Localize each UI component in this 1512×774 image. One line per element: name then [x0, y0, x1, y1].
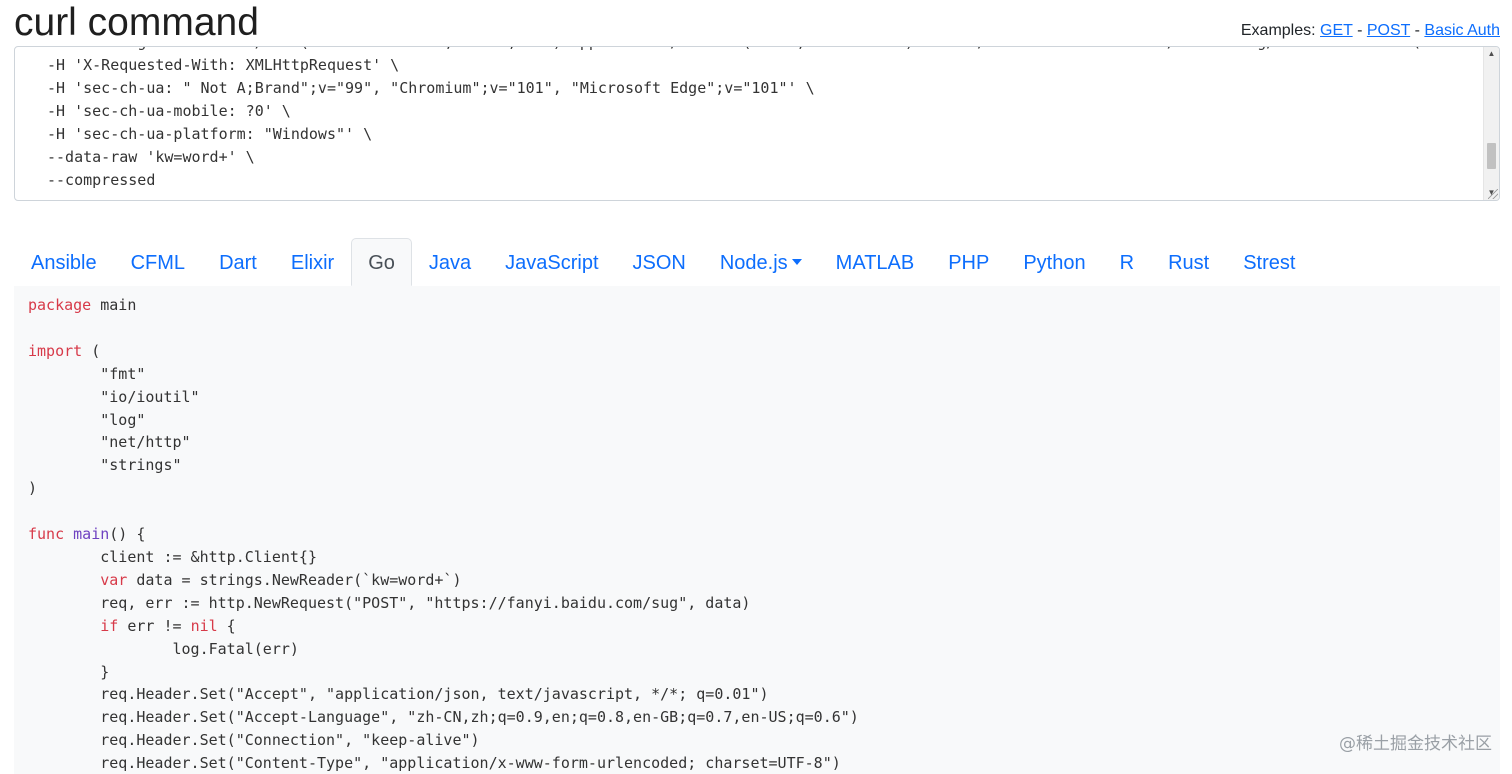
curl-line: -H 'sec-ch-ua-platform: "Windows"' \	[47, 125, 373, 143]
code-line: "io/ioutil"	[28, 387, 200, 406]
tab-php[interactable]: PHP	[931, 238, 1006, 286]
example-basic-auth-link[interactable]: Basic Auth	[1424, 22, 1500, 39]
curl-command-text[interactable]: -H 'User-Agent: Mozilla/5.0 (Windows NT …	[47, 47, 1420, 192]
code-line: req.Header.Set("Connection", "keep-alive…	[28, 731, 480, 750]
tab-go[interactable]: Go	[351, 238, 412, 286]
tab-label: JSON	[632, 252, 686, 274]
curl-line: -H 'sec-ch-ua-mobile: ?0' \	[47, 102, 291, 120]
code-line: import (	[28, 341, 101, 360]
code-line: client := &http.Client{}	[28, 547, 317, 566]
tab-rust[interactable]: Rust	[1151, 238, 1226, 286]
tab-label: R	[1119, 252, 1135, 274]
curl-line: -H 'X-Requested-With: XMLHttpRequest' \	[47, 56, 400, 74]
code-line: func main() {	[28, 525, 146, 544]
tab-label: PHP	[948, 252, 990, 274]
tab-elixir[interactable]: Elixir	[274, 238, 351, 286]
tab-dart[interactable]: Dart	[202, 238, 274, 286]
tab-cfml[interactable]: CFML	[114, 238, 202, 286]
curl-line: --compressed	[47, 171, 156, 189]
code-line: "fmt"	[28, 364, 146, 383]
tab-label: Python	[1023, 252, 1086, 274]
tab-ansible[interactable]: Ansible	[14, 238, 114, 286]
code-line: }	[28, 662, 110, 681]
examples-links: Examples: GET - POST - Basic Auth	[1241, 21, 1500, 41]
examples-label: Examples:	[1240, 22, 1316, 39]
scrollbar-thumb[interactable]	[1487, 143, 1496, 169]
code-line: var data = strings.NewReader(`kw=word+`)	[100, 570, 462, 589]
code-line: ​	[28, 317, 859, 340]
tab-label: JavaScript	[505, 252, 599, 274]
tab-node-js[interactable]: Node.js	[703, 238, 819, 286]
tab-python[interactable]: Python	[1006, 238, 1102, 286]
tab-label: Rust	[1168, 252, 1210, 274]
tab-label: Node.js	[719, 252, 788, 274]
example-post-link[interactable]: POST	[1367, 22, 1410, 39]
caret-down-icon	[791, 259, 802, 265]
scroll-up-arrow-icon[interactable]: ▲	[1484, 47, 1499, 61]
tab-label: Strest	[1243, 252, 1296, 274]
generated-code-panel: package main​import ( "fmt" "io/ioutil" …	[14, 286, 1500, 774]
curl-line: -H 'User-Agent: Mozilla/5.0 (Windows NT …	[47, 47, 1420, 54]
tab-matlab[interactable]: MATLAB	[819, 238, 932, 286]
code-line: "strings"	[28, 456, 182, 475]
tab-java[interactable]: Java	[412, 238, 488, 286]
language-tabs: Ansible CFML Dart Elixir Go Java JavaScript JSO…	[14, 238, 1500, 287]
code-line: req.Header.Set("Accept-Language", "zh-CN…	[28, 708, 859, 727]
code-line: "log"	[28, 410, 146, 429]
code-line: )	[28, 479, 38, 498]
tab-label: Elixir	[290, 252, 335, 274]
code-line: "net/http"	[28, 433, 191, 452]
page-title: curl command	[14, 1, 259, 44]
curl-command-input[interactable]: -H 'User-Agent: Mozilla/5.0 (Windows NT …	[14, 46, 1500, 201]
code-line: ​	[28, 500, 859, 523]
curl-line: -H 'sec-ch-ua: " Not A;Brand";v="99", "C…	[47, 79, 815, 97]
tab-json[interactable]: JSON	[616, 238, 703, 286]
examples-separator: -	[1357, 22, 1363, 39]
tab-label: Go	[368, 252, 395, 274]
tab-javascript[interactable]: JavaScript	[488, 238, 615, 286]
code-line: package main	[28, 296, 137, 314]
tab-label: Ansible	[31, 252, 97, 274]
tab-label: MATLAB	[835, 252, 915, 274]
tab-strest[interactable]: Strest	[1226, 238, 1312, 286]
tab-r[interactable]: R	[1103, 238, 1151, 286]
tab-label: CFML	[130, 252, 186, 274]
code-line: log.Fatal(err)	[28, 639, 299, 658]
curl-line: --data-raw 'kw=word+' \	[47, 148, 255, 166]
page: curl command Examples: GET - POST - Basi…	[0, 0, 1512, 774]
example-get-link[interactable]: GET	[1320, 22, 1353, 39]
examples-separator: -	[1414, 22, 1420, 39]
generated-code: package main​import ( "fmt" "io/ioutil" …	[28, 294, 859, 774]
code-line: req.Header.Set("Content-Type", "applicat…	[28, 754, 841, 773]
code-line: if err != nil {	[100, 616, 236, 635]
tab-label: Java	[428, 252, 472, 274]
resize-grip-icon[interactable]	[1488, 189, 1498, 199]
code-line: req, err := http.NewRequest("POST", "htt…	[28, 593, 751, 612]
code-line: req.Header.Set("Accept", "application/js…	[28, 685, 769, 704]
tab-label: Dart	[219, 252, 257, 274]
watermark: @稀土掘金技术社区	[1339, 734, 1492, 754]
curl-input-scrollbar[interactable]: ▲ ▼	[1483, 47, 1499, 200]
